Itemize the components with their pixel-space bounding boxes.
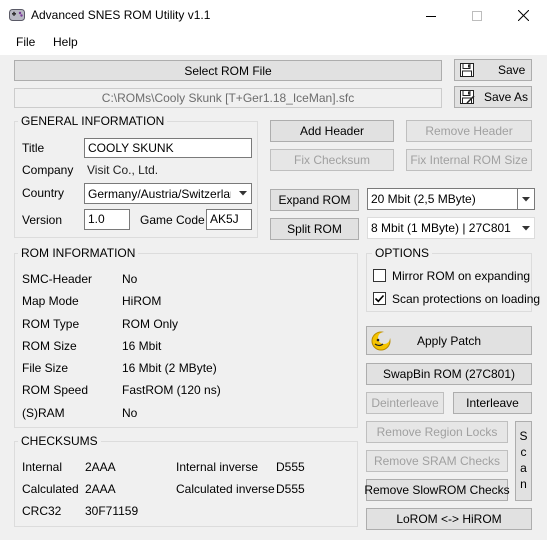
calculated-inverse-label: Calculated inverse <box>176 482 275 496</box>
map-mode-value: HiROM <box>122 294 162 308</box>
country-label: Country <box>22 186 65 200</box>
sram-label: (S)RAM <box>22 406 65 420</box>
scan-button[interactable]: Scan <box>515 421 532 501</box>
general-information-title: GENERAL INFORMATION <box>18 114 168 128</box>
chevron-down-icon <box>517 218 534 238</box>
smc-header-value: No <box>122 272 138 286</box>
country-value: Germany/Austria/Switzerland (P <box>88 187 231 201</box>
options-title: OPTIONS <box>372 246 433 260</box>
file-size-label: File Size <box>22 361 69 375</box>
expand-size-select[interactable]: 20 Mbit (2,5 MByte) <box>367 188 535 210</box>
rom-type-label: ROM Type <box>22 317 80 331</box>
remove-region-locks-button[interactable]: Remove Region Locks <box>366 421 508 443</box>
remove-sram-checks-button[interactable]: Remove SRAM Checks <box>366 450 508 472</box>
rom-size-label: ROM Size <box>22 339 77 353</box>
interleave-button[interactable]: Interleave <box>453 392 532 414</box>
smc-header-label: SMC-Header <box>22 272 93 286</box>
mirror-rom-checkbox[interactable] <box>373 269 386 282</box>
calculated-checksum-value: 2AAA <box>85 482 116 496</box>
fix-checksum-button[interactable]: Fix Checksum <box>270 149 394 171</box>
internal-checksum-label: Internal <box>22 460 63 474</box>
version-label: Version <box>22 213 63 227</box>
checkmark-icon <box>374 294 385 303</box>
expand-rom-button[interactable]: Expand ROM <box>270 189 359 211</box>
add-header-button[interactable]: Add Header <box>270 120 394 142</box>
file-size-value: 16 Mbit (2 MByte) <box>122 361 217 375</box>
lorom-hirom-button[interactable]: LoROM <-> HiROM <box>366 508 532 530</box>
app-icon <box>9 8 25 22</box>
internal-checksum-value: 2AAA <box>85 460 116 474</box>
rom-speed-value: FastROM (120 ns) <box>122 383 221 397</box>
floppy-disk-icon <box>459 62 475 78</box>
chevron-down-icon <box>234 184 251 203</box>
chevron-down-icon <box>517 189 534 209</box>
menu-bar <box>0 31 547 55</box>
expand-size-value: 20 Mbit (2,5 MByte) <box>371 192 476 206</box>
title-input[interactable]: COOLY SKUNK <box>84 138 252 158</box>
maximize-button[interactable] <box>454 0 500 31</box>
internal-inverse-value: D555 <box>276 460 305 474</box>
remove-slowrom-checks-button[interactable]: Remove SlowROM Checks <box>364 479 510 501</box>
file-path-field: C:\ROMs\Cooly Skunk [T+Ger1.18_IceMan].s… <box>14 88 442 108</box>
rom-speed-label: ROM Speed <box>22 383 89 397</box>
rom-type-value: ROM Only <box>122 317 179 331</box>
menu-help[interactable]: Help <box>51 35 80 49</box>
split-size-value: 8 Mbit (1 MByte) | 27C801 <box>371 221 511 235</box>
company-label: Company <box>22 163 74 177</box>
scan-protections-checkbox[interactable] <box>373 292 386 305</box>
swapbin-rom-button[interactable]: SwapBin ROM (27C801) <box>366 363 532 385</box>
internal-inverse-label: Internal inverse <box>176 460 259 474</box>
close-button[interactable] <box>500 0 546 31</box>
close-icon <box>517 10 529 21</box>
split-size-select[interactable]: 8 Mbit (1 MByte) | 27C801 <box>367 217 535 239</box>
rom-information-title: ROM INFORMATION <box>18 246 139 260</box>
calculated-inverse-value: D555 <box>276 482 305 496</box>
save-label: Save <box>498 63 526 77</box>
select-rom-file-button[interactable]: Select ROM File <box>14 60 442 81</box>
title-label: Title <box>22 141 45 155</box>
save-button[interactable]: Save <box>454 59 532 81</box>
game-code-input[interactable]: AK5J <box>206 209 252 230</box>
country-select[interactable]: Germany/Austria/Switzerland (P <box>84 183 252 204</box>
fix-internal-rom-size-button[interactable]: Fix Internal ROM Size <box>406 149 532 171</box>
save-as-label: Save As <box>484 90 529 104</box>
sram-value: No <box>122 406 138 420</box>
minimize-icon <box>426 15 436 17</box>
scan-protections-label[interactable]: Scan protections on loading <box>392 292 540 306</box>
crc32-label: CRC32 <box>22 504 62 518</box>
remove-header-button[interactable]: Remove Header <box>406 120 532 142</box>
window-title: Advanced SNES ROM Utility v1.1 <box>31 8 211 22</box>
split-rom-button[interactable]: Split ROM <box>270 218 359 240</box>
maximize-icon <box>472 10 482 21</box>
map-mode-label: Map Mode <box>22 294 79 308</box>
version-input[interactable]: 1.0 <box>84 209 130 230</box>
game-code-label: Game Code <box>140 213 205 227</box>
rom-size-value: 16 Mbit <box>122 339 162 353</box>
calculated-checksum-label: Calculated <box>22 482 79 496</box>
checksums-title: CHECKSUMS <box>18 434 101 448</box>
apply-patch-label: Apply Patch <box>416 333 482 348</box>
mirror-rom-label[interactable]: Mirror ROM on expanding <box>392 269 530 283</box>
scan-label: Scan <box>516 429 531 493</box>
crc32-value: 30F71159 <box>85 504 139 518</box>
deinterleave-button[interactable]: Deinterleave <box>366 392 444 414</box>
save-as-icon <box>459 89 475 105</box>
save-as-button[interactable]: Save As <box>454 86 532 108</box>
menu-file[interactable]: File <box>14 35 37 49</box>
company-value: Visit Co., Ltd. <box>87 163 159 177</box>
patch-smiley-icon <box>370 330 392 352</box>
apply-patch-button[interactable]: Apply Patch <box>366 326 532 355</box>
minimize-button[interactable] <box>408 0 454 31</box>
